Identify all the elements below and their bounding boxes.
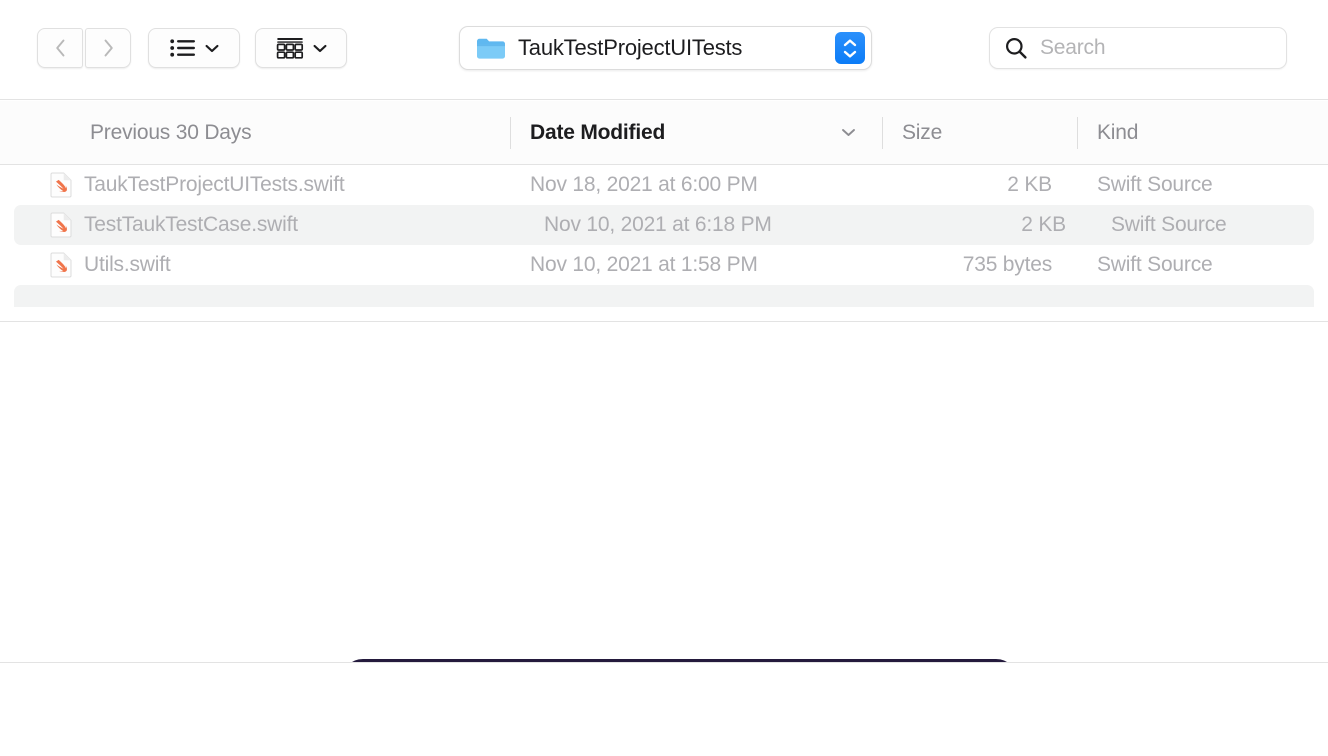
- location-stepper[interactable]: [835, 32, 865, 64]
- group-by-button[interactable]: [255, 28, 347, 68]
- column-header-kind-label: Kind: [1097, 120, 1139, 144]
- swift-file-icon: [50, 172, 72, 198]
- column-header-name[interactable]: Previous 30 Days: [0, 115, 510, 151]
- chevron-right-icon: [104, 39, 113, 57]
- table-row[interactable]: TestTaukTestCase.swift Nov 10, 2021 at 6…: [14, 205, 1314, 245]
- blue-folder-icon: [477, 38, 505, 59]
- column-header-date-modified[interactable]: Date Modified: [510, 115, 882, 151]
- chevron-left-icon: [55, 39, 64, 57]
- swift-file-icon: [50, 252, 72, 278]
- accessory-view: Group TaukTestProjectUITests: [0, 322, 1328, 756]
- file-date: Nov 10, 2021 at 1:58 PM: [530, 253, 758, 276]
- file-name-cell: Utils.swift: [0, 252, 510, 278]
- chevron-down-icon: [313, 44, 326, 52]
- sort-chevron-down-icon: [842, 129, 855, 136]
- file-size: 2 KB: [1007, 173, 1052, 196]
- file-size: 2 KB: [1021, 213, 1066, 236]
- column-header-name-label: Previous 30 Days: [90, 120, 252, 144]
- file-list-empty-row: [0, 285, 1328, 307]
- back-button[interactable]: [37, 28, 83, 68]
- swift-file-icon: [50, 212, 72, 238]
- chevron-down-icon: [843, 50, 857, 58]
- file-kind: Swift Source: [1097, 253, 1213, 276]
- file-date: Nov 10, 2021 at 6:18 PM: [544, 213, 772, 236]
- table-row[interactable]: Utils.swift Nov 10, 2021 at 1:58 PM 735 …: [0, 245, 1328, 285]
- view-mode-button[interactable]: [148, 28, 240, 68]
- table-row[interactable]: TaukTestProjectUITests.swift Nov 18, 202…: [0, 165, 1328, 205]
- file-name-cell: TestTaukTestCase.swift: [14, 212, 524, 238]
- list-view-icon: [169, 39, 195, 57]
- forward-button[interactable]: [85, 28, 131, 68]
- column-header-date-label: Date Modified: [530, 120, 666, 144]
- search-input[interactable]: Search: [1040, 36, 1106, 60]
- search-icon: [1006, 38, 1027, 59]
- file-size: 735 bytes: [962, 253, 1052, 276]
- file-kind: Swift Source: [1111, 213, 1227, 236]
- chevron-up-icon: [843, 38, 857, 46]
- file-kind: Swift Source: [1097, 173, 1213, 196]
- file-date: Nov 18, 2021 at 6:00 PM: [530, 173, 758, 196]
- location-popup-button[interactable]: TaukTestProjectUITests: [459, 26, 872, 70]
- column-header-row: Previous 30 Days Date Modified Size Kind: [0, 101, 1328, 165]
- column-header-size-label: Size: [902, 120, 943, 144]
- toolbar: TaukTestProjectUITests Search: [0, 0, 1328, 100]
- group-items-icon: [276, 38, 303, 59]
- file-name: TestTaukTestCase.swift: [84, 213, 298, 236]
- save-panel: TaukTestProjectUITests Search Previous 3…: [0, 0, 1328, 756]
- column-header-kind[interactable]: Kind: [1077, 115, 1328, 151]
- location-popup-label: TaukTestProjectUITests: [518, 35, 743, 60]
- footer: New Folder Options Cancel Create: [0, 663, 1328, 756]
- file-name: TaukTestProjectUITests.swift: [84, 173, 345, 196]
- file-list[interactable]: TaukTestProjectUITests.swift Nov 18, 202…: [0, 165, 1328, 322]
- column-header-size[interactable]: Size: [882, 115, 1077, 151]
- file-name-cell: TaukTestProjectUITests.swift: [0, 172, 510, 198]
- search-field[interactable]: Search: [989, 27, 1287, 69]
- chevron-down-icon: [205, 44, 218, 52]
- file-name: Utils.swift: [84, 253, 171, 276]
